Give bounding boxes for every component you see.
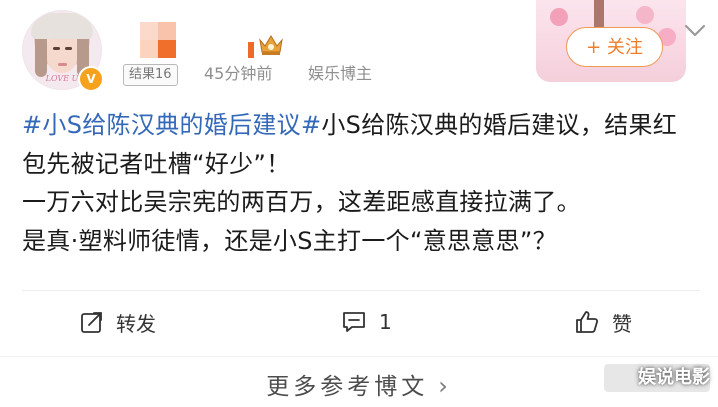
avatar-hat xyxy=(31,13,93,39)
post-time: 45分钟前 xyxy=(204,64,273,83)
flower-icon xyxy=(636,6,654,24)
mosaic-tile xyxy=(158,40,176,58)
comment-icon xyxy=(343,312,365,332)
comment-button[interactable]: 1 xyxy=(341,304,392,340)
avatar-hair xyxy=(35,33,47,77)
username-mosaic[interactable] xyxy=(140,22,176,58)
watermark: 娱说电影 xyxy=(638,367,710,388)
action-bar: 转发 1 赞 xyxy=(0,296,718,350)
post-header: LOVE U V 结果16 45分钟前 娱乐博主 + 关注 xyxy=(0,0,718,100)
crown-icon xyxy=(246,28,286,60)
flower-icon xyxy=(550,8,568,26)
comment-count: 1 xyxy=(379,310,392,334)
repost-label: 转发 xyxy=(116,311,156,336)
like-label: 赞 xyxy=(612,311,632,336)
mosaic-tile xyxy=(140,22,158,40)
result-tag-badge: 结果16 xyxy=(123,64,178,86)
verified-badge-icon: V xyxy=(78,66,104,92)
avatar-eye xyxy=(65,47,72,50)
more-label: 更多参考博文 xyxy=(266,374,429,400)
post-source: 娱乐博主 xyxy=(308,64,373,83)
chevron-right-icon: › xyxy=(438,372,452,400)
avatar-mouth xyxy=(58,63,67,66)
repost-button[interactable]: 转发 xyxy=(80,304,156,340)
post-body: #小S给陈汉典的婚后建议#小S给陈汉典的婚后建议，结果红包先被记者吐槽“好少”！… xyxy=(22,106,700,260)
thumbs-up-icon xyxy=(576,311,599,333)
mosaic-tile xyxy=(158,22,176,40)
follow-button[interactable]: + 关注 xyxy=(566,27,663,67)
hashtag-link[interactable]: #小S给陈汉典的婚后建议# xyxy=(22,111,321,139)
divider xyxy=(22,290,700,291)
like-button[interactable]: 赞 xyxy=(574,304,632,340)
repost-icon xyxy=(81,312,102,333)
level-bar xyxy=(248,42,254,58)
divider xyxy=(0,356,718,357)
avatar-face xyxy=(47,35,77,73)
mosaic-tile xyxy=(140,40,158,58)
avatar-eye xyxy=(53,47,60,50)
crown-svg xyxy=(259,35,283,55)
chevron-down-icon[interactable] xyxy=(684,24,706,38)
